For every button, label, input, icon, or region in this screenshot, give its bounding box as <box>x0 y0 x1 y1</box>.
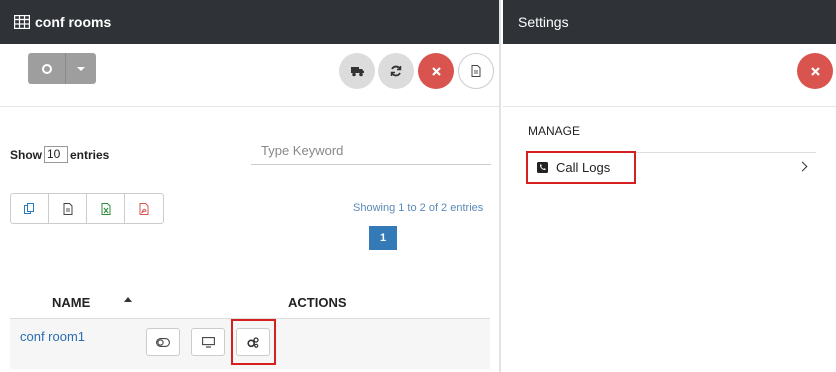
entries-label: entries <box>70 147 110 162</box>
chevron-right-icon[interactable] <box>797 161 808 172</box>
refresh-icon <box>390 65 402 77</box>
panel-title: conf rooms <box>35 14 112 30</box>
csv-icon <box>63 202 72 215</box>
toggle-action-button[interactable] <box>146 328 180 356</box>
truck-icon <box>350 66 364 76</box>
column-header-name[interactable]: NAME <box>52 295 90 310</box>
status-split-button[interactable] <box>28 53 96 84</box>
transport-button[interactable] <box>339 53 375 89</box>
close-icon <box>431 66 441 76</box>
refresh-button[interactable] <box>378 53 414 89</box>
app-root: conf rooms Show 10 entries Type Keyword … <box>0 0 836 372</box>
search-input[interactable]: Type Keyword <box>251 138 491 165</box>
excel-button[interactable] <box>87 194 125 223</box>
monitor-icon <box>201 336 215 348</box>
sort-asc-icon[interactable] <box>124 297 132 302</box>
copy-icon <box>24 203 34 214</box>
settings-title: Settings <box>518 14 569 30</box>
table-info: Showing 1 to 2 of 2 entries <box>353 202 484 214</box>
entries-select[interactable]: 10 <box>44 146 68 163</box>
circle-icon <box>41 63 52 74</box>
highlight-box <box>526 151 636 184</box>
close-icon <box>810 66 820 76</box>
show-entries: Show 10 entries <box>10 146 109 163</box>
close-button[interactable] <box>418 53 454 89</box>
manage-heading: MANAGE <box>528 124 581 138</box>
pagination-page-1[interactable]: 1 <box>369 226 397 250</box>
caret-down-icon <box>77 66 85 71</box>
panel-header: conf rooms <box>0 0 499 44</box>
column-header-actions: ACTIONS <box>288 295 347 310</box>
document-icon <box>471 65 481 77</box>
monitor-action-button[interactable] <box>191 328 225 356</box>
settings-toolbar <box>503 44 836 107</box>
pdf-icon <box>139 202 149 215</box>
row-name-link[interactable]: conf room1 <box>20 329 85 344</box>
pdf-button[interactable] <box>125 194 163 223</box>
settings-header: Settings <box>503 0 836 44</box>
highlight-box <box>231 319 276 365</box>
toggle-icon <box>156 337 170 347</box>
copy-button[interactable] <box>11 194 49 223</box>
export-button-group <box>10 193 164 224</box>
document-button[interactable] <box>458 53 494 89</box>
toolbar <box>0 44 499 107</box>
csv-button[interactable] <box>49 194 87 223</box>
settings-close-button[interactable] <box>797 53 833 89</box>
settings-panel: Settings MANAGE Call Logs <box>503 0 836 372</box>
status-button[interactable] <box>28 53 66 84</box>
dropdown-toggle[interactable] <box>66 53 96 84</box>
conf-rooms-panel: conf rooms Show 10 entries Type Keyword … <box>0 0 501 372</box>
table-icon <box>14 15 30 29</box>
excel-icon <box>101 202 110 215</box>
show-label: Show <box>10 147 42 162</box>
